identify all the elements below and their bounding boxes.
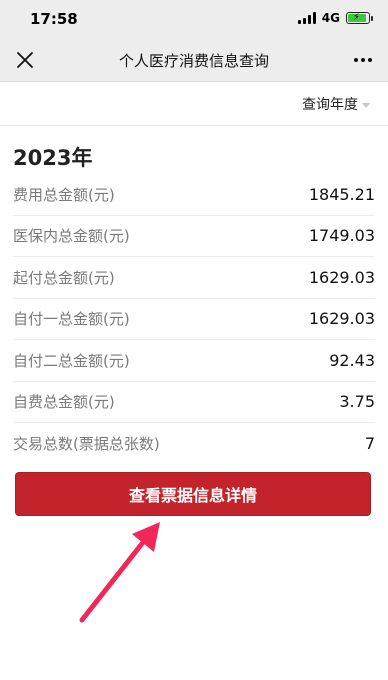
row-label: 自费总金额(元)	[13, 393, 115, 412]
status-time: 17:58	[30, 10, 78, 28]
row-label: 自付二总金额(元)	[13, 351, 130, 370]
close-icon[interactable]	[14, 49, 36, 71]
row-value: 1629.03	[308, 267, 375, 287]
row-value: 3.75	[339, 392, 375, 412]
row-label: 自付一总金额(元)	[13, 310, 130, 329]
annotation-arrow-icon	[79, 522, 160, 623]
status-bar: 17:58 4G ⚡	[0, 0, 388, 38]
row-label: 费用总金额(元)	[13, 185, 115, 204]
year-filter-bar: 查询年度	[0, 82, 388, 126]
more-icon[interactable]	[352, 50, 374, 70]
page-title: 个人医疗消费信息查询	[118, 52, 269, 70]
row-label: 交易总数(票据总张数)	[13, 435, 160, 454]
row-value: 1749.03	[308, 226, 375, 246]
year-heading: 2023年	[13, 146, 93, 170]
row-value: 1845.21	[308, 184, 375, 204]
status-indicators: 4G ⚡	[297, 11, 373, 25]
summary-row-total-cost: 费用总金额(元) 1845.21	[13, 174, 375, 216]
row-label: 医保内总金额(元)	[13, 227, 130, 246]
summary-row-out-of-pocket: 自费总金额(元) 3.75	[13, 382, 375, 423]
summary-row-self-pay-2: 自付二总金额(元) 92.43	[13, 340, 375, 382]
network-type: 4G	[321, 11, 340, 25]
row-value: 92.43	[329, 350, 375, 370]
summary-list: 费用总金额(元) 1845.21 医保内总金额(元) 1749.03 起付总金额…	[13, 174, 375, 465]
summary-row-deductible: 起付总金额(元) 1629.03	[13, 257, 375, 299]
chevron-down-icon	[362, 102, 370, 108]
summary-row-insurance-covered: 医保内总金额(元) 1749.03	[13, 216, 375, 257]
battery-icon: ⚡	[346, 12, 373, 24]
row-value: 7	[364, 434, 375, 454]
summary-row-self-pay-1: 自付一总金额(元) 1629.03	[13, 299, 375, 340]
row-label: 起付总金额(元)	[13, 268, 115, 287]
nav-bar: 个人医疗消费信息查询	[0, 38, 388, 82]
view-receipt-details-button[interactable]: 查看票据信息详情	[15, 472, 371, 516]
year-select-label: 查询年度	[302, 97, 358, 113]
row-value: 1629.03	[308, 309, 375, 329]
signal-icon	[297, 12, 316, 24]
year-select[interactable]: 查询年度	[302, 94, 370, 114]
summary-row-transaction-count: 交易总数(票据总张数) 7	[13, 423, 375, 465]
